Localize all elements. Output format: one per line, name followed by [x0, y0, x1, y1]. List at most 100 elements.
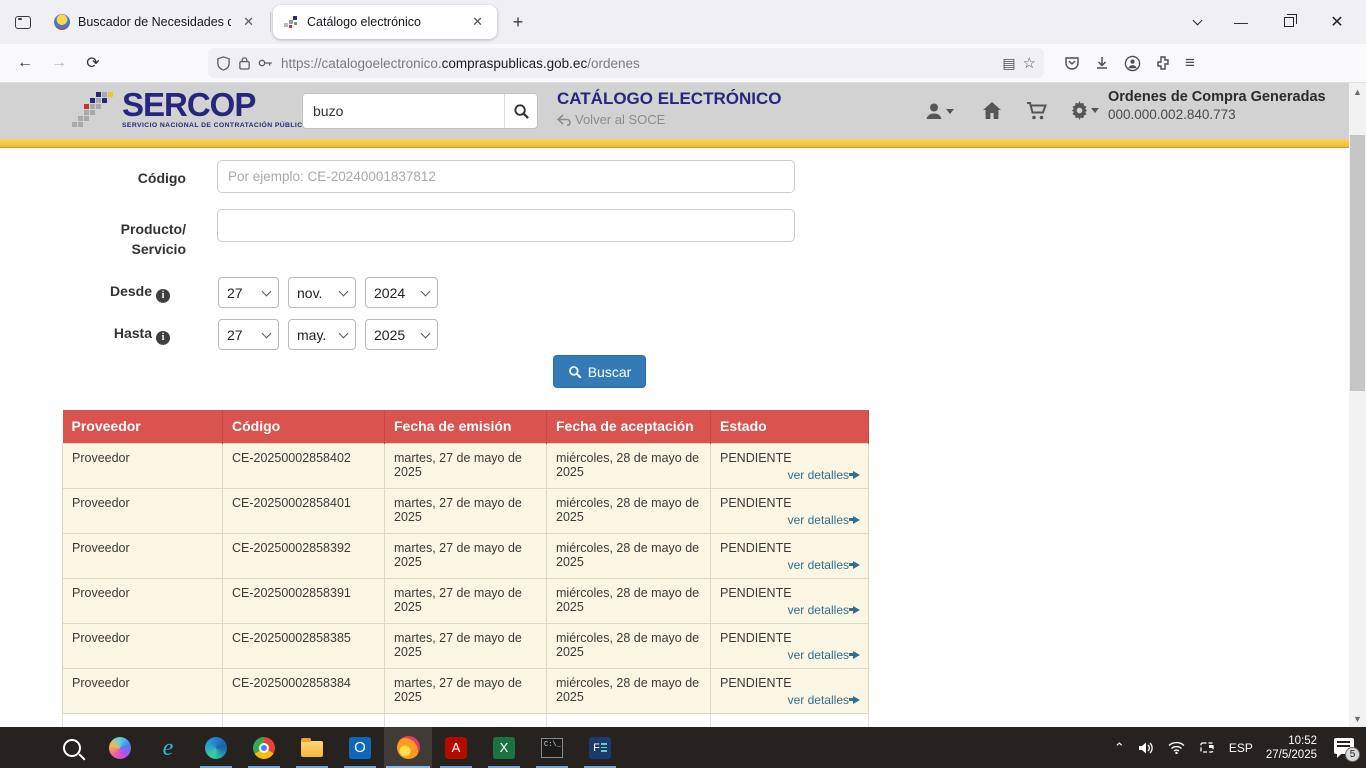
cell-estado: PENDIENTE ver detalles [711, 533, 869, 578]
logo-name: SERCOP [122, 88, 308, 122]
cell-aceptacion: miércoles, 28 de mayo de 2025 [547, 533, 711, 578]
bookmark-star-icon[interactable]: ☆ [1023, 54, 1036, 72]
table-row: Proveedor CE-20250002858391 martes, 27 d… [63, 578, 869, 623]
logo-tagline: SERVICIO NACIONAL DE CONTRATACIÓN PÚBLIC… [122, 122, 308, 129]
ver-detalles-link[interactable]: ver detalles [788, 648, 860, 662]
table-row: Proveedor CE-20250002858402 martes, 27 d… [63, 443, 869, 488]
tracking-shield-icon[interactable] [216, 56, 231, 71]
firefox-icon[interactable] [384, 727, 432, 768]
ver-detalles-link[interactable]: ver detalles [788, 468, 860, 482]
ver-detalles-link[interactable]: ver detalles [788, 603, 860, 617]
ver-detalles-link[interactable]: ver detalles [788, 558, 860, 572]
cell-proveedor: Proveedor [63, 623, 223, 668]
cell-emision: martes, 27 de mayo de 2025 [385, 578, 547, 623]
list-tabs-chevron-icon[interactable] [1172, 6, 1214, 38]
producto-servicio-input[interactable] [217, 209, 795, 242]
scroll-up-icon[interactable]: ▲ [1349, 83, 1366, 100]
desde-year-select[interactable]: 2024 [365, 277, 438, 308]
new-tab-button[interactable]: + [503, 7, 533, 37]
back-icon[interactable]: ← [10, 49, 40, 77]
reload-icon[interactable]: ⟳ [78, 49, 108, 77]
pocket-icon[interactable] [1064, 55, 1080, 71]
scrollbar-thumb[interactable] [1350, 135, 1365, 391]
account-icon[interactable] [1124, 55, 1141, 72]
close-button[interactable]: ✕ [1316, 6, 1358, 38]
info-icon[interactable]: i [156, 331, 170, 345]
url-text[interactable]: https://catalogoelectronico.compraspubli… [281, 56, 995, 71]
chrome-icon[interactable] [240, 727, 288, 768]
file-explorer-icon[interactable] [288, 727, 336, 768]
tray-chevron-up-icon[interactable]: ⌃ [1114, 740, 1125, 756]
sercop-logo[interactable]: SERCOP SERVICIO NACIONAL DE CONTRATACIÓN… [70, 88, 308, 134]
hasta-month-select[interactable]: may. [288, 319, 356, 350]
restore-button[interactable] [1268, 6, 1310, 38]
tab-separator [270, 12, 271, 32]
arrow-right-icon [853, 516, 860, 524]
minimize-button[interactable]: — [1220, 6, 1262, 38]
menu-hamburger-icon[interactable]: ≡ [1185, 53, 1195, 73]
taskbar-search-icon[interactable] [48, 727, 96, 768]
header-search-box [302, 93, 538, 129]
tab-buscador-necesidades[interactable]: Buscador de Necesidades de Co ✕ [44, 5, 268, 39]
cell-emision: martes, 27 de mayo de 2025 [385, 623, 547, 668]
home-icon [982, 101, 1002, 120]
edge-icon[interactable] [192, 727, 240, 768]
codigo-input[interactable] [217, 160, 795, 193]
ver-detalles-link[interactable]: ver detalles [788, 693, 860, 707]
lock-icon[interactable] [238, 56, 251, 70]
taskbar-clock[interactable]: 10:52 27/5/2025 [1266, 734, 1317, 762]
volume-icon[interactable] [1138, 741, 1155, 755]
info-icon[interactable]: i [156, 289, 170, 303]
remote-session-icon[interactable] [1198, 741, 1216, 755]
cart-icon [1026, 101, 1048, 121]
extensions-icon[interactable] [1155, 55, 1171, 71]
tab-catalogo-electronico[interactable]: Catálogo electrónico ✕ [273, 5, 497, 39]
cell-emision: martes, 27 de mayo de 2025 [385, 488, 547, 533]
header-search-input[interactable] [303, 103, 504, 119]
firefox-view-icon[interactable] [8, 7, 38, 37]
cart-button[interactable] [1026, 101, 1048, 121]
desde-month-select[interactable]: nov. [288, 277, 356, 308]
notifications-button[interactable]: 5 [1330, 737, 1356, 759]
copilot-icon[interactable] [96, 727, 144, 768]
home-button[interactable] [982, 101, 1002, 120]
buscar-button[interactable]: Buscar [553, 355, 646, 388]
wifi-icon[interactable] [1168, 741, 1185, 754]
key-permission-icon[interactable] [258, 58, 274, 68]
f-app-icon[interactable]: F [576, 727, 624, 768]
gear-icon [1070, 101, 1089, 120]
outlook-icon[interactable]: O [336, 727, 384, 768]
desde-day-select[interactable]: 27 [218, 277, 279, 308]
settings-menu[interactable] [1070, 101, 1099, 120]
vertical-scrollbar[interactable]: ▲ ▼ [1349, 83, 1366, 727]
arrow-right-icon [853, 696, 860, 704]
forward-icon[interactable]: → [44, 49, 74, 77]
url-bar[interactable]: https://catalogoelectronico.compraspubli… [208, 48, 1044, 78]
start-button[interactable] [0, 727, 48, 768]
internet-explorer-icon[interactable]: e [144, 727, 192, 768]
header-search-button[interactable] [504, 94, 537, 128]
hasta-year-select[interactable]: 2025 [365, 319, 438, 350]
table-row: Proveedor CE-20250002858384 martes, 27 d… [63, 668, 869, 713]
user-menu[interactable] [924, 101, 954, 121]
chevron-down-icon [339, 286, 349, 296]
downloads-icon[interactable] [1094, 55, 1110, 71]
ver-detalles-link[interactable]: ver detalles [788, 513, 860, 527]
hasta-day-select[interactable]: 27 [218, 319, 279, 350]
scroll-down-icon[interactable]: ▼ [1349, 710, 1366, 727]
chevron-down-icon [339, 328, 349, 338]
terminal-icon[interactable]: C:\_ [528, 727, 576, 768]
volver-al-soce-link[interactable]: Volver al SOCE [557, 112, 781, 127]
cell-codigo: CE-20250002858391 [223, 578, 385, 623]
ecuador-favicon [54, 14, 70, 30]
clock-time: 10:52 [1266, 734, 1317, 748]
language-indicator[interactable]: ESP [1229, 741, 1253, 755]
cell-proveedor: Proveedor [63, 533, 223, 578]
tab-close-icon[interactable]: ✕ [239, 12, 258, 32]
system-tray: ⌃ ESP 10:52 27/5/2025 5 [1114, 727, 1366, 768]
acrobat-icon[interactable]: A [432, 727, 480, 768]
tab-close-icon[interactable]: ✕ [468, 12, 487, 32]
excel-icon[interactable]: X [480, 727, 528, 768]
windows-taskbar: e O A X C:\_ F ⌃ ESP 10:52 27/5/2025 5 [0, 727, 1366, 768]
reader-mode-icon[interactable]: ▤ [1002, 55, 1015, 72]
